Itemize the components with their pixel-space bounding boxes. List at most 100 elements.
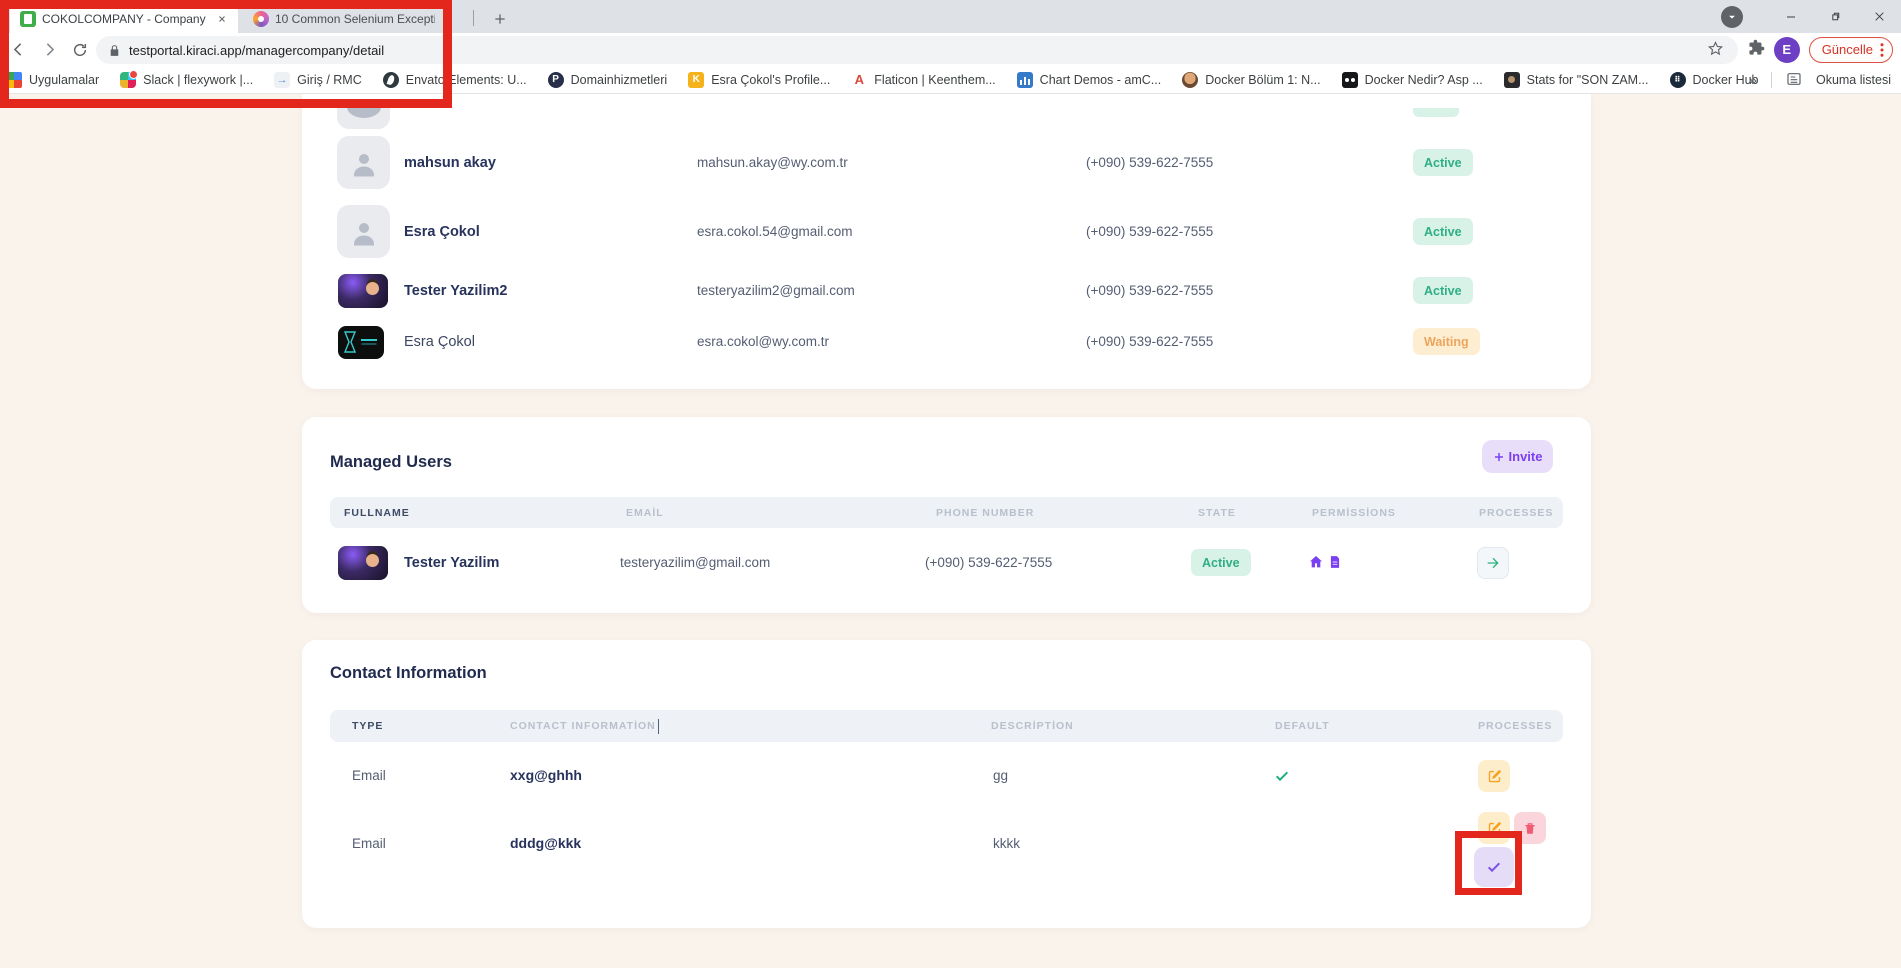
stats-icon: [1504, 72, 1520, 88]
bookmark-label: Domainhizmetleri: [571, 73, 668, 87]
status-badge: Waiting: [1413, 328, 1480, 355]
status-badge-cut-off: [1413, 108, 1459, 117]
bookmark-esra-profile[interactable]: KEsra Çokol's Profile...: [688, 72, 830, 88]
annotation-box-browser-tabs: [0, 0, 452, 108]
invite-button[interactable]: Invite: [1482, 440, 1553, 473]
edit-contact-button[interactable]: [1478, 760, 1510, 792]
user-phone: (+090) 539-622-7555: [1086, 155, 1213, 170]
user-email: esra.cokol.54@gmail.com: [697, 224, 853, 239]
arrow-right-icon: [1485, 555, 1501, 571]
user-phone: (+090) 539-622-7555: [1086, 224, 1213, 239]
bookmark-docker-hub[interactable]: ⠿Docker Hub: [1670, 72, 1759, 88]
tab-divider: [473, 10, 474, 26]
chrome-update-button[interactable]: Güncelle: [1809, 37, 1893, 63]
users-card: mahsun akay mahsun.akay@wy.com.tr (+090)…: [302, 94, 1591, 389]
avatar-placeholder: [337, 136, 390, 189]
user-name: mahsun akay: [404, 155, 496, 171]
contact-description: kkkk: [993, 836, 1020, 851]
letter-p-icon: P: [548, 72, 564, 88]
user-name: Tester Yazilim2: [404, 283, 507, 299]
bookmark-label: Esra Çokol's Profile...: [711, 73, 830, 87]
trash-icon: [1523, 821, 1537, 836]
column-state: STATE: [1198, 497, 1236, 528]
status-badge: Active: [1191, 549, 1251, 576]
contact-value: xxg@ghhh: [510, 767, 582, 783]
column-email: EMAİL: [626, 497, 664, 528]
user-phone: (+090) 539-622-7555: [1086, 283, 1213, 298]
status-badge: Active: [1413, 149, 1473, 176]
contact-value: dddg@kkk: [510, 835, 581, 851]
bookmarks-overflow-chevron[interactable]: »: [1749, 72, 1757, 89]
invite-label: Invite: [1509, 449, 1543, 464]
bookmark-label: Stats for "SON ZAM...: [1527, 73, 1649, 87]
annotation-box-check-button: [1455, 831, 1522, 895]
column-permissions: PERMİSSİONS: [1312, 497, 1396, 528]
table-header: FULLNAME EMAİL PHONE NUMBER STATE PERMİS…: [330, 497, 1563, 528]
reading-list-label[interactable]: Okuma listesi: [1816, 73, 1891, 87]
edit-pencil-icon: [1487, 769, 1502, 784]
user-name: Tester Yazilim: [404, 555, 499, 571]
person-icon: [349, 149, 379, 179]
user-phone: (+090) 539-622-7555: [925, 555, 1052, 570]
new-tab-button[interactable]: [487, 6, 513, 32]
bookmark-label: Docker Nedir? Asp ...: [1365, 73, 1483, 87]
hourglass-graphic: [344, 330, 356, 354]
video-icon: [1342, 72, 1358, 88]
bookmarks-separator: [1771, 72, 1772, 88]
restore-button[interactable]: [1813, 0, 1857, 33]
user-photo-avatar: [338, 546, 388, 580]
bookmark-label: Flaticon | Keenthem...: [874, 73, 995, 87]
column-fullname: FULLNAME: [344, 497, 410, 528]
globe-icon: ⠿: [1670, 72, 1686, 88]
bookmark-stats-son-zam[interactable]: Stats for "SON ZAM...: [1504, 72, 1649, 88]
section-title: Managed Users: [330, 453, 452, 472]
table-header: TYPE CONTACT INFORMATİON DESCRİPTİON DEF…: [330, 710, 1563, 742]
user-photo-avatar: [338, 326, 384, 359]
update-label: Güncelle: [1822, 42, 1873, 57]
person-icon: [349, 218, 379, 248]
reading-list-icon: [1786, 71, 1802, 90]
column-processes: PROCESSES: [1478, 710, 1552, 742]
permission-document-icon: [1328, 554, 1342, 575]
default-check-icon: [1274, 768, 1290, 789]
status-badge: Active: [1413, 218, 1473, 245]
column-type: TYPE: [352, 710, 383, 742]
column-description: DESCRİPTİON: [991, 710, 1074, 742]
permission-home-icon: [1308, 554, 1324, 575]
user-name: Esra Çokol: [404, 334, 475, 350]
bookmark-chart-demos[interactable]: Chart Demos - amC...: [1017, 72, 1162, 88]
section-title: Contact Information: [330, 664, 487, 683]
menu-dots-icon[interactable]: [1880, 43, 1884, 57]
plus-icon: [1493, 451, 1505, 463]
bookmark-docker-bolum[interactable]: Docker Bölüm 1: N...: [1182, 72, 1320, 88]
contact-information-card: Contact Information TYPE CONTACT INFORMA…: [302, 640, 1591, 928]
column-contact-information: CONTACT INFORMATİON: [510, 710, 659, 742]
user-email: testeryazilim@gmail.com: [620, 555, 770, 570]
bookmark-docker-nedir[interactable]: Docker Nedir? Asp ...: [1342, 72, 1483, 88]
user-email: esra.cokol@wy.com.tr: [697, 334, 829, 349]
bookmark-domainhizmetleri[interactable]: P Domainhizmetleri: [548, 72, 668, 88]
bookmark-label: Chart Demos - amC...: [1040, 73, 1162, 87]
window-controls: [1721, 0, 1901, 33]
minimize-button[interactable]: [1769, 0, 1813, 33]
contact-description: gg: [993, 768, 1008, 783]
column-phone: PHONE NUMBER: [936, 497, 1034, 528]
bookmarks-right: » Okuma listesi: [1749, 66, 1891, 94]
chart-bars-icon: [1017, 72, 1033, 88]
user-email: testeryazilim2@gmail.com: [697, 283, 855, 298]
profile-avatar[interactable]: E: [1774, 37, 1800, 63]
column-processes: PROCESSES: [1479, 497, 1553, 528]
bookmark-star-icon[interactable]: [1707, 40, 1724, 60]
user-phone: (+090) 539-622-7555: [1086, 334, 1213, 349]
contact-type: Email: [352, 836, 386, 851]
page-content: mahsun akay mahsun.akay@wy.com.tr (+090)…: [0, 94, 1901, 968]
close-window-button[interactable]: [1857, 0, 1901, 33]
bookmark-flaticon[interactable]: AFlaticon | Keenthem...: [851, 72, 995, 88]
bookmark-label: Docker Bölüm 1: N...: [1205, 73, 1320, 87]
user-name: Esra Çokol: [404, 224, 480, 240]
open-user-button[interactable]: [1477, 547, 1509, 579]
user-email: mahsun.akay@wy.com.tr: [697, 155, 848, 170]
extensions-puzzle-icon[interactable]: [1748, 39, 1765, 61]
avatar-placeholder: [337, 205, 390, 258]
tab-search-button[interactable]: [1721, 6, 1743, 28]
